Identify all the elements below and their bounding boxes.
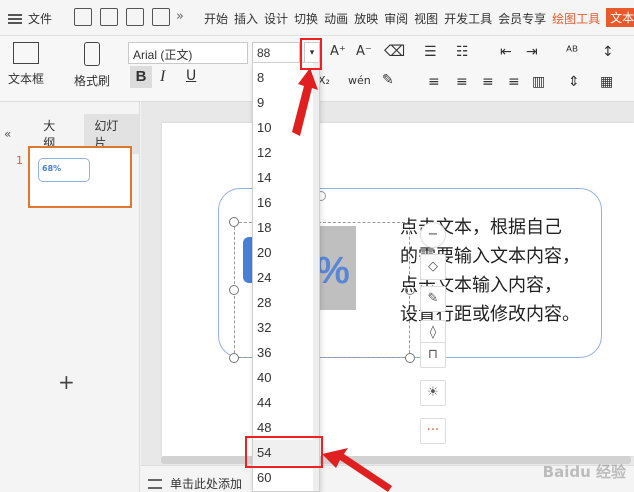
increase-font-icon[interactable]: A⁺ — [330, 44, 346, 59]
resize-handle[interactable] — [229, 353, 239, 363]
file-menu[interactable]: 文件 — [8, 10, 52, 27]
distribute-icon[interactable]: ▥ — [532, 74, 545, 90]
tab-member[interactable]: 会员专享 — [498, 10, 546, 27]
textbox-label: 文本框 — [8, 72, 45, 86]
tab-slideshow[interactable]: 放映 — [354, 10, 378, 27]
resize-handle[interactable] — [229, 285, 239, 295]
layers-icon[interactable]: ◇ — [420, 254, 446, 280]
line-spacing-icon[interactable]: ↕ — [602, 44, 614, 60]
vertical-align-icon[interactable]: ⇕ — [568, 74, 580, 90]
file-menu-label: 文件 — [28, 12, 53, 26]
resize-handle[interactable] — [229, 217, 239, 227]
save-icon[interactable] — [74, 8, 92, 26]
font-size-option[interactable]: 18 — [253, 215, 319, 240]
idea-icon[interactable]: ☀ — [420, 380, 446, 406]
annotation-arrow-up — [292, 68, 318, 136]
font-size-option[interactable]: 16 — [253, 190, 319, 215]
italic-button[interactable]: I — [160, 68, 165, 86]
menu-icon — [8, 13, 22, 24]
slide-thumbnail[interactable]: 68% — [28, 146, 132, 208]
ribbon-tabs: 开始 插入 设计 切换 动画 放映 审阅 视图 开发工具 会员专享 绘图工具 文… — [204, 8, 634, 27]
tab-design[interactable]: 设计 — [264, 10, 288, 27]
annotation-highlight-option — [245, 436, 323, 468]
columns-icon[interactable]: ▦ — [600, 74, 613, 90]
font-size-option[interactable]: 20 — [253, 240, 319, 265]
textbox-button[interactable]: 文本框 — [8, 42, 44, 87]
thumbnail-percent: 68% — [42, 164, 62, 173]
bold-button[interactable]: B — [130, 66, 152, 88]
more-options-icon[interactable]: ··· — [420, 418, 446, 444]
font-size-option[interactable]: 32 — [253, 315, 319, 340]
phonetic-icon[interactable]: wén — [348, 74, 371, 87]
annotation-arrow-left — [322, 448, 392, 492]
watermark-logo: Baidu 经验 — [542, 463, 626, 481]
format-painter-label: 格式刷 — [74, 74, 111, 88]
font-size-option[interactable]: 40 — [253, 365, 319, 390]
slide-number: 1 — [16, 154, 23, 167]
annotation-highlight-dropdown — [300, 38, 322, 70]
text-direction-icon[interactable]: ᴬᴮ — [566, 44, 578, 60]
align-right-icon[interactable]: ≡ — [482, 74, 494, 90]
font-size-option[interactable]: 60 — [253, 465, 319, 490]
font-size-option[interactable]: 12 — [253, 140, 319, 165]
collapse-panel-icon[interactable]: « — [4, 127, 25, 141]
notes-placeholder: 单击此处添加 — [170, 477, 243, 491]
zoom-out-icon[interactable]: − — [420, 222, 446, 248]
format-painter-button[interactable]: 格式刷 — [74, 42, 110, 89]
font-size-option[interactable]: 24 — [253, 265, 319, 290]
font-size-option[interactable]: 14 — [253, 165, 319, 190]
bullet-list-icon[interactable]: ☰ — [424, 44, 437, 60]
highlight-color-icon[interactable]: ✎ — [382, 72, 394, 88]
tab-insert[interactable]: 插入 — [234, 10, 258, 27]
textbox-icon — [13, 42, 39, 64]
tab-review[interactable]: 审阅 — [384, 10, 408, 27]
thumbnail-shape: 68% — [38, 158, 90, 182]
font-size-field[interactable]: 88 — [252, 42, 300, 64]
tab-animation[interactable]: 动画 — [324, 10, 348, 27]
notes-icon — [148, 478, 162, 489]
indent-icon[interactable]: ⇤ — [500, 44, 512, 60]
print-icon[interactable] — [126, 8, 144, 26]
align-left-icon[interactable]: ≡ — [428, 74, 440, 90]
tab-home[interactable]: 开始 — [204, 10, 228, 27]
justify-icon[interactable]: ≡ — [508, 74, 520, 90]
clear-format-icon[interactable]: ⌫ — [384, 42, 405, 60]
preview-icon[interactable] — [152, 8, 170, 26]
notes-area[interactable]: 单击此处添加 — [148, 475, 242, 492]
font-size-option[interactable]: 44 — [253, 390, 319, 415]
font-size-option[interactable]: 36 — [253, 340, 319, 365]
underline-button[interactable]: U — [186, 68, 196, 84]
resize-handle[interactable] — [405, 353, 415, 363]
fill-icon[interactable]: ✎ — [420, 286, 446, 312]
brush-icon — [84, 42, 100, 66]
font-size-option[interactable]: 28 — [253, 290, 319, 315]
menu-bar: 文件 » 开始 插入 设计 切换 动画 放映 审阅 视图 开发工具 会员专享 绘… — [0, 0, 634, 36]
decrease-font-icon[interactable]: A⁻ — [356, 44, 372, 59]
outdent-icon[interactable]: ⇥ — [526, 44, 538, 60]
font-name-field[interactable]: Arial (正文) — [128, 42, 248, 64]
export-icon[interactable] — [100, 8, 118, 26]
tab-view[interactable]: 视图 — [414, 10, 438, 27]
add-slide-button[interactable]: + — [58, 370, 75, 394]
align-center-icon[interactable]: ≡ — [456, 74, 468, 90]
more-icon[interactable]: » — [176, 9, 184, 24]
tab-transition[interactable]: 切换 — [294, 10, 318, 27]
tab-drawing-tools[interactable]: 绘图工具 — [552, 10, 600, 27]
tab-developer[interactable]: 开发工具 — [444, 10, 492, 27]
quick-access-toolbar — [74, 8, 170, 26]
frame-icon[interactable]: ⊓ — [420, 342, 446, 368]
tab-text-tools[interactable]: 文本工具 — [606, 8, 634, 27]
numbered-list-icon[interactable]: ☷ — [456, 44, 469, 60]
